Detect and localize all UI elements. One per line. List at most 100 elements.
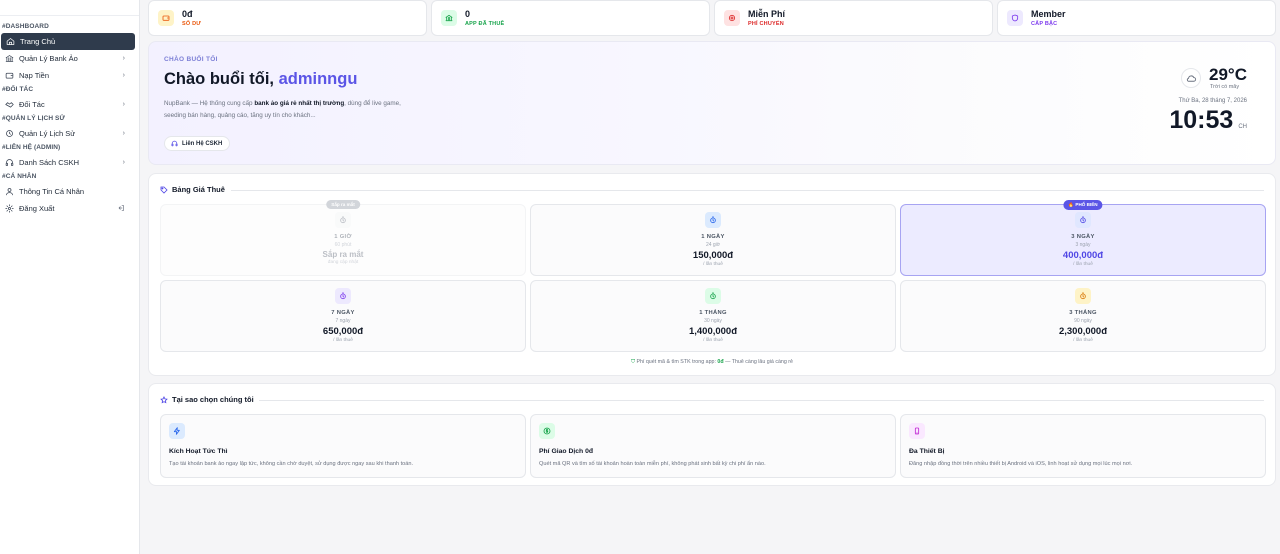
clock-icon — [1080, 216, 1086, 224]
headset-icon — [5, 158, 14, 167]
plan-badge: Sắp ra mắt — [326, 200, 360, 209]
plan-duration: 60 phút — [334, 242, 352, 248]
plan-name: 1 GIỜ — [334, 234, 352, 240]
stat-value: 0đ — [182, 8, 193, 19]
sidebar-item-home[interactable]: Trang Chủ — [1, 33, 135, 50]
target-icon — [724, 10, 740, 26]
bank-icon — [5, 55, 14, 62]
lightning-icon — [169, 423, 185, 439]
pricing-plan-card[interactable]: 7 NGÀY 7 ngày 650,000đ / lần thuê — [160, 280, 526, 352]
plan-duration: 7 ngày — [335, 318, 351, 324]
logout-icon — [118, 205, 124, 211]
phone-icon — [909, 423, 925, 439]
bank-icon — [441, 10, 457, 26]
feature-description: Tạo tài khoản bank ảo ngay lập tức, khôn… — [169, 461, 414, 467]
plan-duration: 30 ngày — [704, 318, 722, 324]
shield-icon — [1011, 14, 1019, 22]
clock: 10:53 CH — [1169, 107, 1247, 133]
plan-unit: / lần thuê — [703, 338, 723, 343]
hero-description: NupBank — Hệ thống cung cấp bank ảo giá … — [164, 98, 404, 122]
greeting-eyebrow: CHÀO BUỔI TỐI — [164, 56, 218, 63]
sidebar-item-label: Danh Sách CSKH — [19, 158, 80, 167]
plan-unit: / lần thuê — [1073, 338, 1093, 343]
pricing-title: Bảng Giá Thuê — [172, 185, 225, 194]
target-icon — [728, 14, 736, 22]
pricing-note-pre: Phí quét mã & tìm STK trong app: — [636, 359, 718, 365]
cloud-icon — [1181, 68, 1202, 88]
pricing-divider — [231, 190, 1264, 191]
logout-icon[interactable] — [117, 204, 125, 214]
sidebar: #DASHBOARD Trang Chủ Quản Lý Bank Ảo › Nạp T… — [0, 0, 140, 554]
clock-icon — [705, 288, 721, 304]
feature-description: Đăng nhập đồng thời trên nhiều thiết bị … — [909, 461, 1133, 467]
clock-icon — [1075, 212, 1091, 228]
gear-icon — [5, 204, 14, 213]
weather-condition: Trời có mây — [1210, 84, 1240, 90]
why-title: Tại sao chọn chúng tôi — [172, 395, 254, 404]
plan-unit: / lần thuê — [1073, 262, 1093, 267]
clock-icon — [1080, 292, 1086, 300]
pricing-plan-card[interactable]: 1 THÁNG 30 ngày 1,400,000đ / lần thuê — [530, 280, 896, 352]
plan-price: 400,000đ — [1062, 250, 1104, 261]
clock-icon — [335, 212, 351, 228]
stat-label: APP ĐÃ THUÊ — [465, 20, 505, 27]
chevron-right-icon: › — [122, 159, 125, 166]
stats-bar: 0đ SỐ DƯ 0 APP ĐÃ THUÊ Miễn Phí PHÍ CHUYỂN Mem… — [148, 0, 1276, 36]
current-date: Thứ Ba, 28 tháng 7, 2026 — [1178, 98, 1247, 104]
plan-duration: 90 ngày — [1074, 318, 1092, 324]
sidebar-item-handshake[interactable]: Đối Tác › — [0, 96, 135, 113]
history-icon — [6, 130, 13, 137]
sidebar-item-wallet[interactable]: Nạp Tiền › — [0, 67, 135, 84]
pricing-plan-card: Sắp ra mắt 1 GIỜ 60 phút Sắp ra mắt đang cập… — [160, 200, 526, 276]
home-icon — [6, 38, 15, 45]
chevron-right-icon: › — [122, 72, 125, 79]
sidebar-item-headset[interactable]: Danh Sách CSKH › — [0, 154, 135, 171]
feature-card: Kích Hoạt Tức Thì Tạo tài khoản bank ảo n… — [160, 414, 526, 478]
pricing-plan-card[interactable]: 🔥 PHỔ BIẾN 3 NGÀY 3 ngày 400,000đ / lần thuê — [900, 200, 1266, 276]
lightning-icon — [173, 427, 180, 435]
plan-name: 1 NGÀY — [701, 234, 725, 240]
wallet-icon — [5, 71, 14, 80]
pricing-section: Bảng Giá Thuê Sắp ra mắt 1 GIỜ 60 phút Sắp … — [148, 173, 1276, 376]
stat-label: SỐ DƯ — [182, 20, 202, 27]
stat-label: CẤP BẬC — [1031, 20, 1058, 27]
hero-description-highlight: bank ảo giá rẻ nhất thị trường — [254, 100, 345, 107]
user-icon — [5, 187, 14, 196]
sidebar-item-bank[interactable]: Quản Lý Bank Ảo › — [0, 50, 135, 67]
chevron-right-icon: › — [122, 55, 125, 62]
sidebar-item-label: Đăng Xuất — [19, 204, 55, 213]
feature-card: Phí Giao Dịch 0đ Quét mã QR và tìm số tài… — [530, 414, 896, 478]
history-icon — [5, 129, 14, 138]
feature-title: Kích Hoạt Tức Thì — [169, 448, 228, 455]
plan-duration: 24 giờ — [705, 242, 721, 248]
stat-card: Member CẤP BẬC — [997, 0, 1276, 36]
sidebar-item-label: Trang Chủ — [20, 37, 56, 46]
clock-icon — [710, 292, 716, 300]
weather-widget: 29°C Trời có mây Thứ Ba, 28 tháng 7, 202… — [1169, 65, 1247, 134]
stat-card: Miễn Phí PHÍ CHUYỂN — [714, 0, 993, 36]
sidebar-header — [0, 0, 139, 16]
why-heading: Tại sao chọn chúng tôi — [160, 395, 254, 404]
sidebar-item-user[interactable]: Thông Tin Cá Nhân — [0, 183, 135, 200]
clock-icon — [705, 212, 721, 228]
stat-card: 0 APP ĐÃ THUÊ — [431, 0, 710, 36]
wallet-icon — [162, 15, 170, 21]
shield-icon — [1007, 10, 1023, 26]
weather-temperature: 29°C — [1209, 65, 1247, 84]
pricing-plan-card[interactable]: 1 NGÀY 24 giờ 150,000đ / lần thuê — [530, 204, 896, 276]
contact-support-button[interactable]: Liên Hệ CSKH — [164, 136, 231, 151]
sidebar-section-title: #ĐỐI TÁC — [2, 86, 34, 93]
dollar-icon — [543, 427, 551, 435]
wallet-icon — [158, 10, 174, 26]
plan-price: 650,000đ — [322, 326, 364, 337]
sidebar-item-history[interactable]: Quản Lý Lịch Sử › — [0, 125, 135, 142]
pricing-plan-card[interactable]: 3 THÁNG 90 ngày 2,300,000đ / lần thuê — [900, 280, 1266, 352]
sidebar-item-label: Đối Tác — [19, 100, 45, 109]
plan-price: Sắp ra mắt — [322, 250, 364, 259]
welcome-hero: CHÀO BUỔI TỐI Chào buổi tối, adminngu Nu… — [148, 41, 1276, 165]
feature-description: Quét mã QR và tìm số tài khoản hoàn toàn… — [539, 461, 766, 467]
stat-value: Miễn Phí — [748, 8, 786, 19]
sidebar-item-label: Nạp Tiền — [19, 71, 50, 80]
sidebar-item-gear[interactable]: Đăng Xuất — [0, 200, 135, 217]
sidebar-menu: #DASHBOARD Trang Chủ Quản Lý Bank Ảo › Nạp T… — [0, 16, 139, 217]
